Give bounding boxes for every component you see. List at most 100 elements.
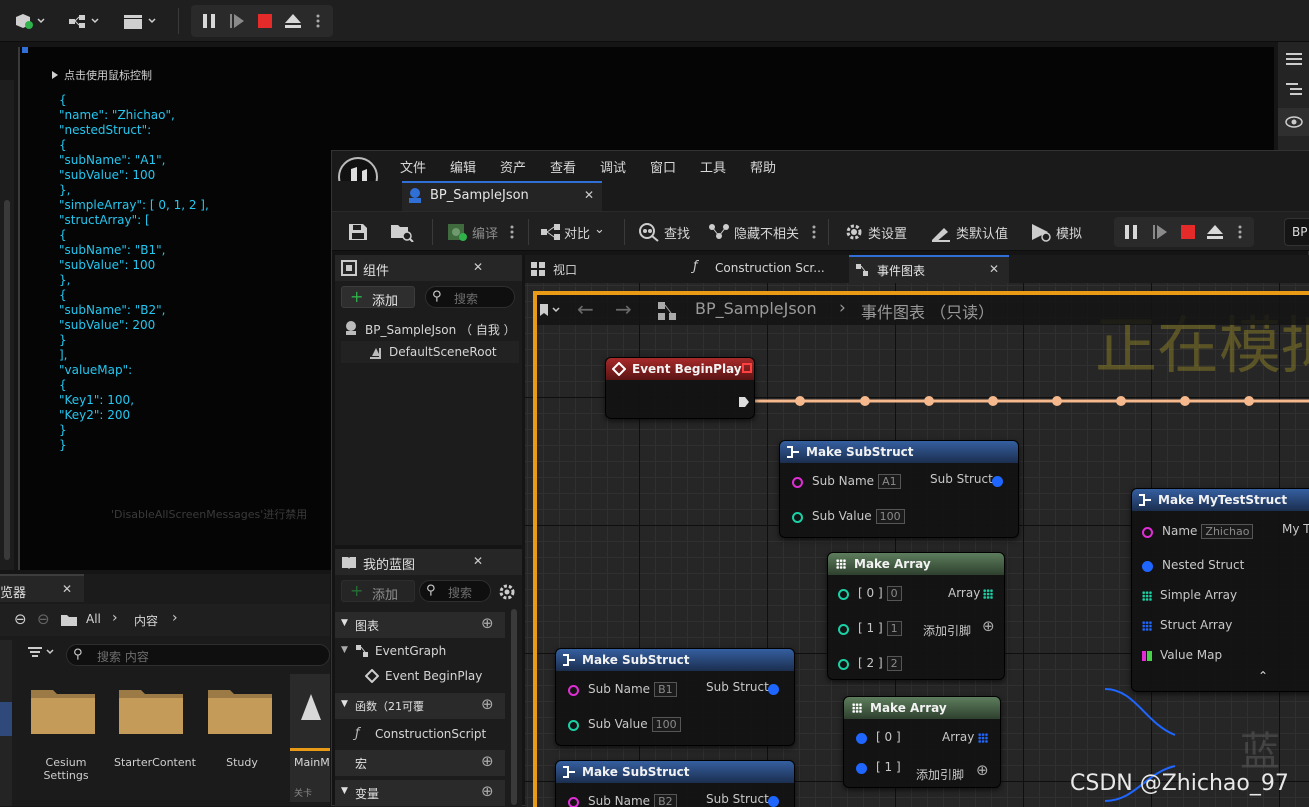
back-icon[interactable]: ⊖	[14, 610, 27, 628]
close-icon[interactable]: ✕	[584, 188, 594, 202]
pause-icon	[203, 14, 215, 28]
pause-button[interactable]	[199, 11, 219, 31]
toolbar-separator	[432, 219, 433, 245]
path-content[interactable]: 内容	[134, 612, 158, 629]
my-blueprint-header: 我的蓝图 ✕	[335, 549, 522, 575]
add-member-label: 添加	[372, 588, 399, 603]
close-icon[interactable]: ✕	[473, 554, 483, 568]
section-graphs[interactable]: ▼ 图表 ⊕	[335, 612, 505, 638]
menu-edit[interactable]: 编辑	[450, 157, 476, 176]
components-title: 组件	[363, 264, 390, 279]
menu-help[interactable]: 帮助	[750, 157, 776, 176]
hide-unrelated-button[interactable]: 隐藏不相关	[708, 218, 818, 246]
add-circle-icon[interactable]: ⊕	[481, 752, 494, 770]
caret-down-icon: ▼	[341, 786, 348, 796]
blueprint-menu-button[interactable]	[64, 9, 106, 33]
save-icon[interactable]	[348, 223, 368, 241]
menu-file[interactable]: 文件	[400, 157, 426, 176]
add-circle-icon[interactable]: ⊕	[481, 614, 494, 632]
event-beginplay-row[interactable]: Event BeginPlay	[335, 665, 505, 687]
event-graph-row[interactable]: ▼ EventGraph	[335, 640, 505, 662]
panel-scrollbar[interactable]	[511, 609, 517, 805]
caret-down-icon: ▼	[341, 699, 348, 709]
my-blueprint-search-input[interactable]: ⚲ 搜索	[419, 580, 491, 602]
find-binoculars-icon	[639, 223, 659, 242]
screen-message-faded: 'DisableAllScreenMessages'进行禁用	[111, 508, 308, 521]
folder-tile[interactable]	[206, 684, 276, 740]
document-tab-bar: BP_SampleJson ✕	[332, 181, 1309, 211]
menu-tools[interactable]: 工具	[700, 157, 726, 176]
left-scrollbar[interactable]	[4, 200, 10, 560]
stop-button[interactable]	[255, 11, 275, 31]
blueprint-asset-icon	[409, 188, 421, 203]
asset-label: MainM	[294, 756, 330, 769]
diff-button[interactable]: 对比 ⌄	[538, 218, 618, 246]
section-functions[interactable]: ▼ 函数（21可覆 ⊕	[335, 693, 505, 719]
tab-construction-script[interactable]: ƒ Construction Scr...	[687, 255, 847, 283]
content-search-input[interactable]: ⚲ 搜索 内容	[66, 644, 330, 666]
simulate-button[interactable]: 模拟	[1030, 218, 1090, 246]
construction-script-row[interactable]: ƒ ConstructionScript	[335, 723, 505, 745]
scene-root-icon	[370, 348, 381, 359]
gear-icon[interactable]	[498, 583, 516, 601]
step-button[interactable]	[227, 11, 247, 31]
component-child-row[interactable]: DefaultSceneRoot	[341, 341, 519, 363]
tab-viewport[interactable]: 视口	[525, 255, 675, 283]
content-browser-tab[interactable]: 览器 ✕	[0, 574, 84, 602]
close-icon[interactable]: ✕	[473, 260, 483, 274]
bookmark-icon[interactable]	[539, 303, 563, 317]
event-graph-canvas[interactable]: 正在模拟 Event BeginPlay	[525, 283, 1309, 807]
section-variables[interactable]: ▼ 变量 ⊕	[335, 780, 505, 806]
components-panel: 组件 ✕ + 添加 ⚲ 搜索 BP_SampleJson （ 自我 ） Defa…	[335, 255, 522, 545]
eject-icon[interactable]	[1206, 224, 1224, 240]
cursor-icon	[52, 71, 58, 79]
folder-tile[interactable]	[117, 684, 187, 740]
folder-icon	[208, 690, 272, 734]
component-root-row[interactable]: BP_SampleJson （ 自我 ）	[341, 317, 519, 339]
asset-type-label: 关卡	[294, 789, 313, 799]
eject-button[interactable]	[283, 11, 303, 31]
menu-asset[interactable]: 资产	[500, 157, 526, 176]
selected-source[interactable]	[0, 702, 12, 736]
forward-icon[interactable]: ⊖	[37, 610, 50, 628]
folder-tile[interactable]	[29, 684, 99, 740]
section-macros-label: 宏	[355, 757, 368, 771]
breadcrumb-blueprint[interactable]: BP_SampleJson	[695, 299, 817, 318]
visibility-toggle[interactable]	[1278, 108, 1309, 136]
add-member-button[interactable]: + 添加	[341, 580, 415, 603]
more-options-button[interactable]	[311, 11, 325, 31]
level-asset-tile[interactable]: MainM 关卡	[290, 674, 330, 802]
stop-icon[interactable]	[1180, 224, 1196, 240]
back-arrow-icon[interactable]: ←	[577, 297, 594, 321]
step-icon[interactable]	[1152, 224, 1168, 240]
find-button[interactable]: 查找	[638, 218, 694, 246]
kebab-icon[interactable]	[1238, 224, 1242, 240]
components-search-input[interactable]: ⚲ 搜索	[425, 286, 515, 308]
menu-debug[interactable]: 调试	[600, 157, 626, 176]
add-circle-icon[interactable]: ⊕	[481, 782, 494, 800]
section-macros[interactable]: 宏 ⊕	[335, 750, 505, 776]
debug-object-select[interactable]: BP	[1284, 218, 1309, 246]
pause-icon[interactable]	[1124, 224, 1138, 240]
filter-button[interactable]	[26, 644, 66, 668]
kebab-icon[interactable]	[812, 224, 816, 240]
close-icon[interactable]: ✕	[62, 582, 72, 596]
browse-folder-icon[interactable]	[390, 222, 414, 242]
class-settings-button[interactable]: 类设置	[844, 218, 914, 246]
kebab-icon[interactable]	[510, 224, 514, 240]
menu-window[interactable]: 窗口	[650, 157, 676, 176]
class-defaults-button[interactable]: 类默认值	[930, 218, 1014, 246]
add-component-button[interactable]: + 添加	[341, 286, 415, 309]
bp-document-tab[interactable]: BP_SampleJson ✕	[402, 181, 602, 211]
compile-button[interactable]: 编译	[444, 218, 524, 246]
menu-view[interactable]: 查看	[550, 157, 576, 176]
forward-arrow-icon[interactable]: →	[615, 297, 632, 321]
cinematics-button[interactable]	[118, 9, 162, 33]
components-header: 组件 ✕	[335, 255, 522, 281]
close-icon[interactable]: ✕	[989, 262, 999, 276]
tab-viewport-label: 视口	[553, 263, 578, 277]
path-all[interactable]: All	[86, 612, 101, 626]
add-circle-icon[interactable]: ⊕	[481, 695, 494, 713]
tab-event-graph[interactable]: 事件图表 ✕	[849, 255, 1009, 283]
add-actor-button[interactable]	[8, 9, 50, 33]
